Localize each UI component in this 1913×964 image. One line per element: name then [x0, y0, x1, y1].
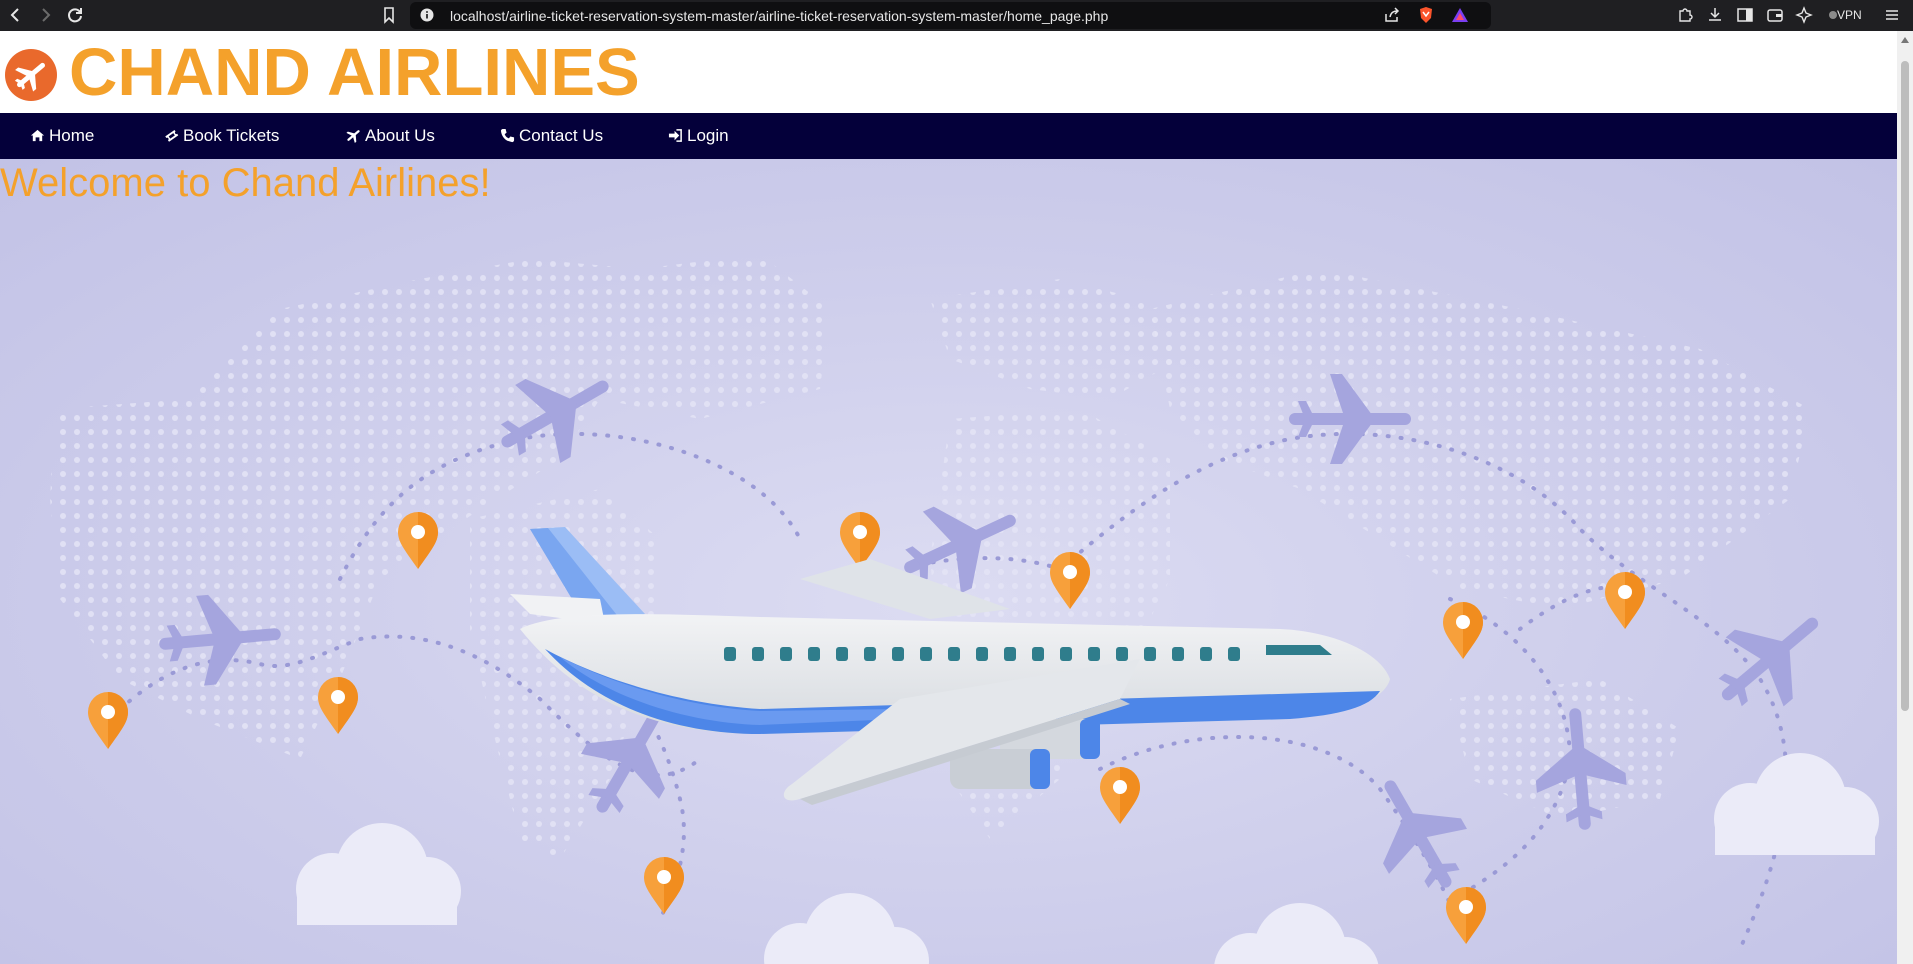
nav-home[interactable]: Home [30, 113, 94, 159]
download-icon[interactable] [1705, 5, 1725, 25]
site-header: CHAND AIRLINES [0, 31, 1897, 112]
nav-about-us[interactable]: About Us [346, 113, 435, 159]
back-icon[interactable] [5, 4, 27, 26]
page-viewport: CHAND AIRLINES Home Book Tickets About U… [0, 31, 1897, 964]
address-bar[interactable]: localhost/airline-ticket-reservation-sys… [410, 2, 1491, 29]
site-title[interactable]: CHAND AIRLINES [69, 33, 640, 113]
nav-contact-us[interactable]: Contact Us [500, 113, 603, 159]
vpn-button[interactable]: VPN [1837, 8, 1862, 22]
nav-login-label: Login [687, 126, 729, 145]
sidebar-icon[interactable] [1735, 5, 1755, 25]
nav-contact-us-label: Contact Us [519, 126, 604, 145]
nav-login[interactable]: Login [668, 113, 729, 159]
menu-icon[interactable] [1882, 5, 1902, 25]
ticket-icon [165, 129, 179, 142]
home-icon [30, 129, 45, 142]
forward-icon[interactable] [34, 4, 56, 26]
main-navbar: Home Book Tickets About Us Contact Us Lo… [0, 113, 1897, 159]
plane-icon [346, 130, 360, 143]
welcome-heading: Welcome to Chand Airlines! [0, 161, 491, 205]
page-scrollbar[interactable] [1897, 31, 1913, 964]
sign-in-icon [668, 129, 682, 142]
airplane-over-world-map-illustration [50, 254, 1879, 964]
scroll-up-arrow-icon[interactable] [1901, 37, 1909, 43]
extensions-icon[interactable] [1675, 5, 1695, 25]
nav-home-label: Home [49, 126, 95, 145]
url-text[interactable]: localhost/airline-ticket-reservation-sys… [450, 8, 1108, 24]
share-icon[interactable] [1382, 5, 1402, 25]
browser-toolbar: localhost/airline-ticket-reservation-sys… [0, 0, 1913, 31]
phone-icon [500, 128, 515, 143]
nav-book-tickets-label: Book Tickets [183, 126, 280, 145]
brave-shields-icon[interactable] [1416, 5, 1436, 25]
nav-book-tickets[interactable]: Book Tickets [164, 113, 279, 159]
hero-section: Welcome to Chand Airlines! [0, 159, 1897, 964]
bookmark-icon[interactable] [378, 4, 400, 26]
nav-about-us-label: About Us [365, 126, 435, 145]
reload-icon[interactable] [64, 4, 86, 26]
brave-rewards-icon[interactable] [1450, 5, 1470, 25]
leo-ai-icon[interactable] [1795, 5, 1815, 25]
scroll-thumb[interactable] [1901, 61, 1909, 711]
vpn-status-icon [1829, 11, 1837, 19]
wallet-icon[interactable] [1765, 5, 1785, 25]
info-icon[interactable] [420, 8, 434, 22]
airplane-icon [5, 49, 57, 101]
